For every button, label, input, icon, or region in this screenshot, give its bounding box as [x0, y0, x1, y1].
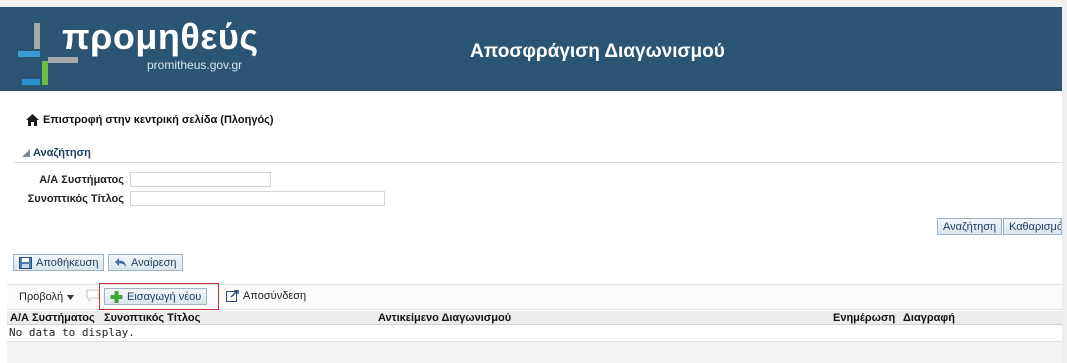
column-header-delete[interactable]: Διαγραφή: [903, 311, 955, 325]
chevron-down-icon: [67, 294, 75, 300]
new-entry-button[interactable]: Εισαγωγή νέου: [104, 288, 208, 305]
system-id-input[interactable]: [130, 172, 271, 187]
app-header: προμηθεύς promitheus.gov.gr Αποσφράγιση …: [0, 7, 1062, 91]
clear-button[interactable]: Καθαρισμός: [1003, 218, 1062, 235]
detach-icon: [226, 290, 239, 302]
column-header-system-id[interactable]: Α/Α Συστήματος: [10, 311, 95, 325]
detach-label: Αποσύνδεση: [243, 290, 307, 302]
title-label: Συνοπτικός Τίτλος: [27, 193, 124, 205]
title-input[interactable]: [130, 191, 385, 206]
undo-button-label: Αναίρεση: [131, 256, 177, 269]
view-menu-label: Προβολή: [19, 291, 64, 303]
home-icon: [26, 114, 39, 126]
back-link-label: Επιστροφή στην κεντρική σελίδα (Πλοηγός): [43, 114, 274, 126]
column-header-update[interactable]: Ενημέρωση: [833, 311, 895, 325]
logo-subtitle: promitheus.gov.gr: [147, 58, 243, 72]
system-id-label: Α/Α Συστήματος: [39, 174, 124, 186]
search-section-divider: [14, 162, 1062, 163]
floppy-disk-icon: [19, 256, 32, 269]
collapse-triangle-icon: [22, 149, 30, 157]
search-section-header[interactable]: Αναζήτηση: [22, 147, 91, 159]
save-button-label: Αποθήκευση: [36, 256, 99, 269]
top-gap: [0, 0, 1067, 7]
undo-icon: [115, 257, 126, 267]
plus-icon: [110, 290, 123, 303]
logo-text: προμηθεύς: [62, 16, 259, 57]
undo-button[interactable]: Αναίρεση: [108, 254, 183, 271]
column-header-subject[interactable]: Αντικείμενο Διαγωνισμού: [378, 311, 511, 325]
right-edge-strip: [1062, 0, 1067, 363]
empty-grid-message: No data to display.: [9, 326, 135, 339]
search-button[interactable]: Αναζήτηση: [937, 218, 1003, 235]
save-button[interactable]: Αποθήκευση: [13, 254, 105, 271]
view-menu[interactable]: Προβολή: [19, 291, 75, 303]
page-title: Αποσφράγιση Διαγωνισμού: [470, 41, 725, 62]
search-section-label: Αναζήτηση: [33, 147, 91, 159]
new-entry-label: Εισαγωγή νέου: [127, 290, 202, 303]
detach-button[interactable]: Αποσύνδεση: [226, 290, 306, 302]
column-header-title[interactable]: Συνοπτικός Τίτλος: [104, 311, 200, 325]
grid-footer: [7, 341, 1062, 363]
back-to-home-link[interactable]: Επιστροφή στην κεντρική σελίδα (Πλοηγός): [26, 114, 274, 126]
